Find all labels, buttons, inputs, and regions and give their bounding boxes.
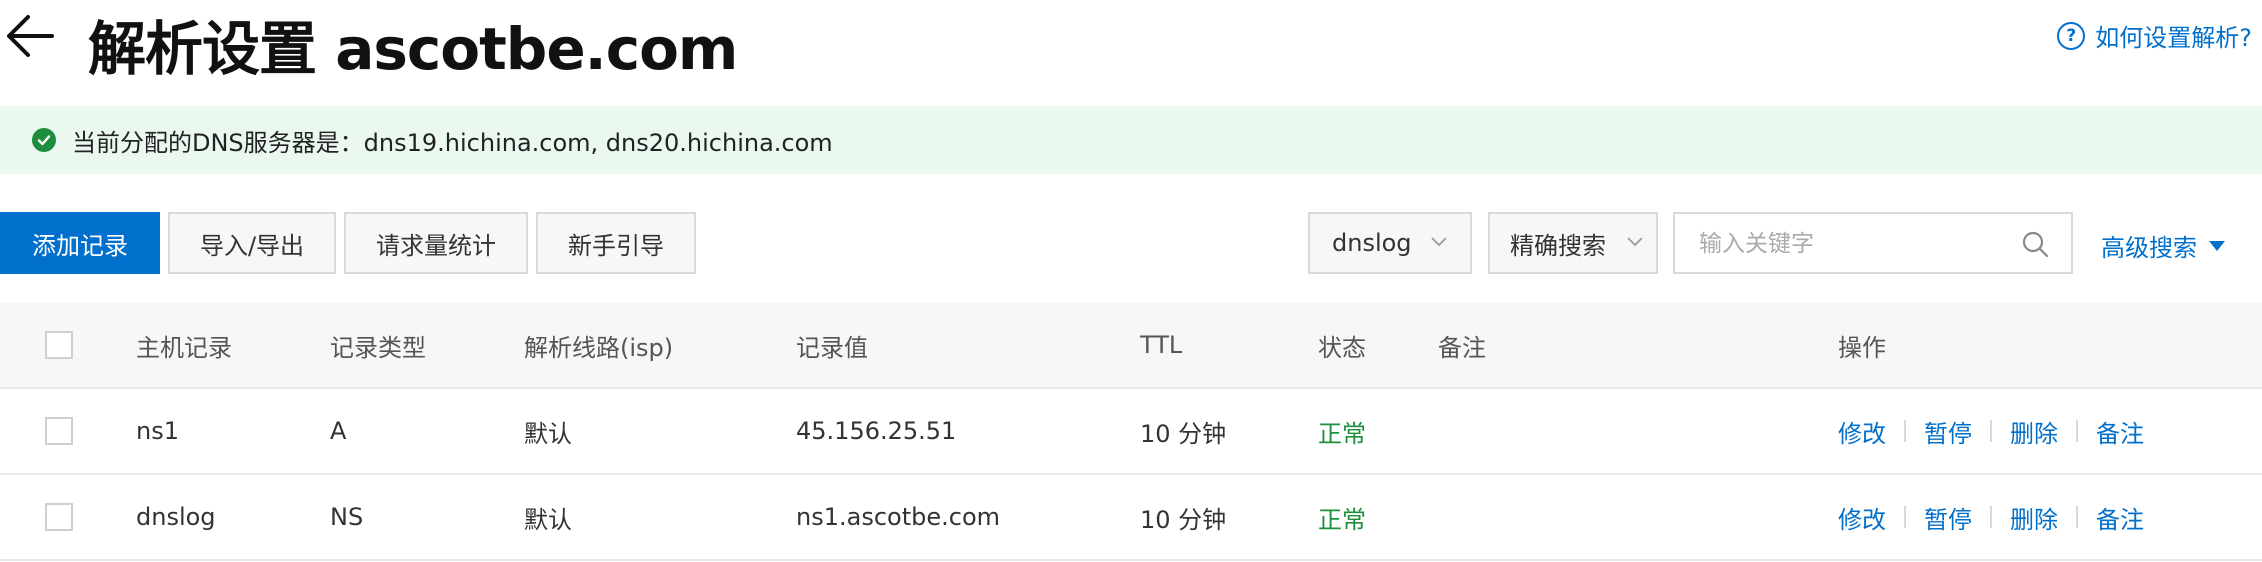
toolbar: 添加记录 导入/导出 请求量统计 新手引导 dnslog 精确搜索 高级搜索 <box>0 212 2262 276</box>
pause-link[interactable]: 暂停 <box>1924 414 1972 449</box>
column-remark: 备注 <box>1438 333 1486 362</box>
help-link-label: 如何设置解析? <box>2095 24 2252 52</box>
check-circle-icon <box>32 128 56 152</box>
record-status: 正常 <box>1318 505 1366 534</box>
search-input[interactable] <box>1697 226 2001 262</box>
record-ttl: 10 分钟 <box>1140 419 1227 448</box>
beginner-guide-button[interactable]: 新手引导 <box>536 212 696 274</box>
page-title: 解析设置 ascotbe.com <box>88 15 738 83</box>
question-circle-icon: ? <box>2057 21 2086 50</box>
request-stats-button[interactable]: 请求量统计 <box>344 212 528 274</box>
divider <box>1904 420 1906 442</box>
help-link[interactable]: ? 如何设置解析? <box>2057 18 2252 53</box>
subdomain-select[interactable]: dnslog <box>1308 212 1472 274</box>
record-type: A <box>330 417 347 445</box>
divider <box>1990 506 1992 528</box>
record-value: 45.156.25.51 <box>796 417 957 445</box>
column-value: 记录值 <box>796 333 868 362</box>
search-icon[interactable] <box>2021 230 2049 258</box>
divider <box>1904 506 1906 528</box>
advanced-search-label: 高级搜索 <box>2101 234 2197 262</box>
chevron-down-icon <box>1431 237 1447 247</box>
chevron-down-icon <box>1627 237 1643 247</box>
column-ttl: TTL <box>1140 331 1183 359</box>
back-arrow-icon[interactable] <box>4 10 56 62</box>
pause-link[interactable]: 暂停 <box>1924 500 1972 535</box>
notice-text: 当前分配的DNS服务器是：dns19.hichina.com, dns20.hi… <box>72 128 833 157</box>
record-type: NS <box>330 503 364 531</box>
column-type: 记录类型 <box>330 333 426 362</box>
search-mode-select[interactable]: 精确搜索 <box>1488 212 1658 274</box>
page-header: 解析设置 ascotbe.com ? 如何设置解析? <box>0 0 2262 100</box>
column-host: 主机记录 <box>136 333 232 362</box>
search-mode-value: 精确搜索 <box>1510 231 1606 260</box>
divider <box>2076 420 2078 442</box>
advanced-search-toggle[interactable]: 高级搜索 <box>2101 228 2225 263</box>
record-ttl: 10 分钟 <box>1140 505 1227 534</box>
edit-link[interactable]: 修改 <box>1838 414 1886 449</box>
subdomain-select-value: dnslog <box>1332 229 1412 257</box>
edit-link[interactable]: 修改 <box>1838 500 1886 535</box>
remark-link[interactable]: 备注 <box>2096 414 2144 449</box>
keyword-search <box>1673 212 2073 274</box>
delete-link[interactable]: 删除 <box>2010 500 2058 535</box>
caret-down-icon <box>2209 240 2225 251</box>
delete-link[interactable]: 删除 <box>2010 414 2058 449</box>
column-actions: 操作 <box>1838 333 1886 362</box>
dns-records-table: 主机记录 记录类型 解析线路(isp) 记录值 TTL 状态 备注 操作 ns1… <box>0 303 2262 561</box>
record-status: 正常 <box>1318 419 1366 448</box>
divider <box>2076 506 2078 528</box>
column-status: 状态 <box>1318 333 1366 362</box>
record-line: 默认 <box>524 419 572 448</box>
record-host: ns1 <box>136 417 179 445</box>
row-actions: 修改 暂停 删除 备注 <box>1838 475 2144 559</box>
dns-server-notice: 当前分配的DNS服务器是：dns19.hichina.com, dns20.hi… <box>0 106 2262 174</box>
row-actions: 修改 暂停 删除 备注 <box>1838 389 2144 473</box>
column-line: 解析线路(isp) <box>524 333 674 362</box>
add-record-button[interactable]: 添加记录 <box>0 212 160 274</box>
table-row: ns1 A 默认 45.156.25.51 10 分钟 正常 修改 暂停 删除 … <box>0 389 2262 475</box>
row-checkbox[interactable] <box>45 417 73 445</box>
divider <box>1990 420 1992 442</box>
record-host: dnslog <box>136 503 216 531</box>
row-checkbox[interactable] <box>45 503 73 531</box>
import-export-button[interactable]: 导入/导出 <box>168 212 336 274</box>
table-row: dnslog NS 默认 ns1.ascotbe.com 10 分钟 正常 修改… <box>0 475 2262 561</box>
record-value: ns1.ascotbe.com <box>796 503 1000 531</box>
table-header-row: 主机记录 记录类型 解析线路(isp) 记录值 TTL 状态 备注 操作 <box>0 303 2262 389</box>
select-all-checkbox[interactable] <box>45 331 73 359</box>
record-line: 默认 <box>524 505 572 534</box>
remark-link[interactable]: 备注 <box>2096 500 2144 535</box>
